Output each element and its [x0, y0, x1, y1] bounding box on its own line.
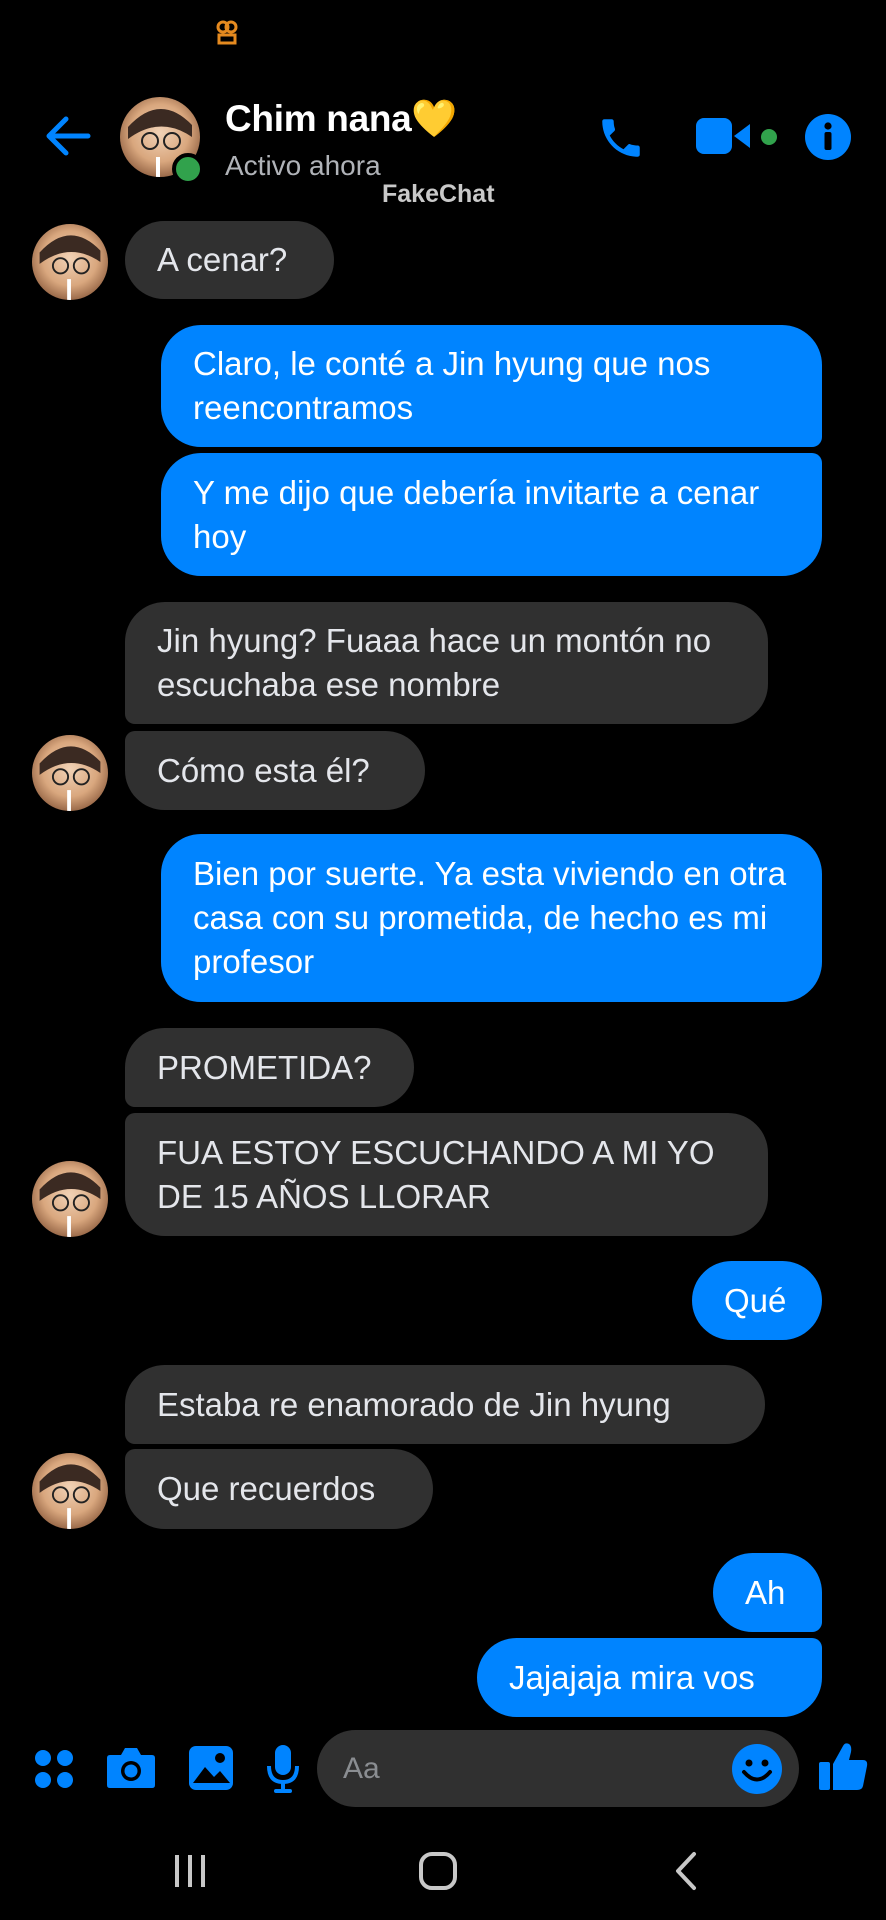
video-active-dot [761, 129, 777, 145]
contact-name[interactable]: Chim nana💛 [225, 98, 458, 141]
message-bubble-outgoing[interactable]: Y me dijo que debería invitarte a cenar … [161, 453, 822, 576]
microphone-icon[interactable] [267, 1744, 299, 1794]
apps-grid-icon[interactable] [34, 1749, 74, 1789]
nav-back-icon[interactable] [672, 1851, 700, 1891]
home-icon[interactable] [418, 1851, 458, 1891]
sender-avatar [32, 1161, 108, 1237]
video-camera-icon[interactable] [696, 116, 754, 156]
message-bubble-incoming[interactable]: Estaba re enamorado de Jin hyung [125, 1365, 765, 1444]
thumbs-up-icon[interactable] [817, 1740, 869, 1792]
camera-icon[interactable] [106, 1745, 156, 1789]
message-bubble-incoming[interactable]: Que recuerdos [125, 1449, 433, 1529]
message-bubble-incoming[interactable]: Cómo esta él? [125, 731, 425, 810]
message-bubble-incoming[interactable]: FUA ESTOY ESCUCHANDO A MI YO DE 15 AÑOS … [125, 1113, 768, 1236]
emoji-icon[interactable] [731, 1743, 783, 1795]
message-bubble-outgoing[interactable]: Jajajaja mira vos [477, 1638, 822, 1717]
info-icon[interactable] [805, 114, 851, 160]
message-bubble-outgoing[interactable]: Bien por suerte. Ya esta viviendo en otr… [161, 834, 822, 1002]
online-status-dot [172, 153, 204, 185]
recents-icon[interactable] [172, 1853, 208, 1889]
notification-icon [216, 20, 238, 46]
message-bubble-outgoing[interactable]: Qué [692, 1261, 822, 1340]
message-bubble-incoming[interactable]: PROMETIDA? [125, 1028, 414, 1107]
message-input-placeholder: Aa [343, 1752, 380, 1785]
image-icon[interactable] [188, 1745, 234, 1791]
sender-avatar [32, 1453, 108, 1529]
message-bubble-outgoing[interactable]: Ah [713, 1553, 822, 1632]
back-arrow-icon[interactable] [42, 114, 92, 158]
message-input[interactable] [317, 1730, 799, 1807]
contact-status: Activo ahora [225, 150, 381, 181]
sender-avatar [32, 735, 108, 811]
message-bubble-incoming[interactable]: Jin hyung? Fuaaa hace un montón no escuc… [125, 602, 768, 724]
sender-avatar [32, 224, 108, 300]
phone-icon[interactable] [596, 112, 646, 164]
message-bubble-incoming[interactable]: A cenar? [125, 221, 334, 299]
watermark: FakeChat [382, 180, 495, 208]
message-bubble-outgoing[interactable]: Claro, le conté a Jin hyung que nos reen… [161, 325, 822, 447]
